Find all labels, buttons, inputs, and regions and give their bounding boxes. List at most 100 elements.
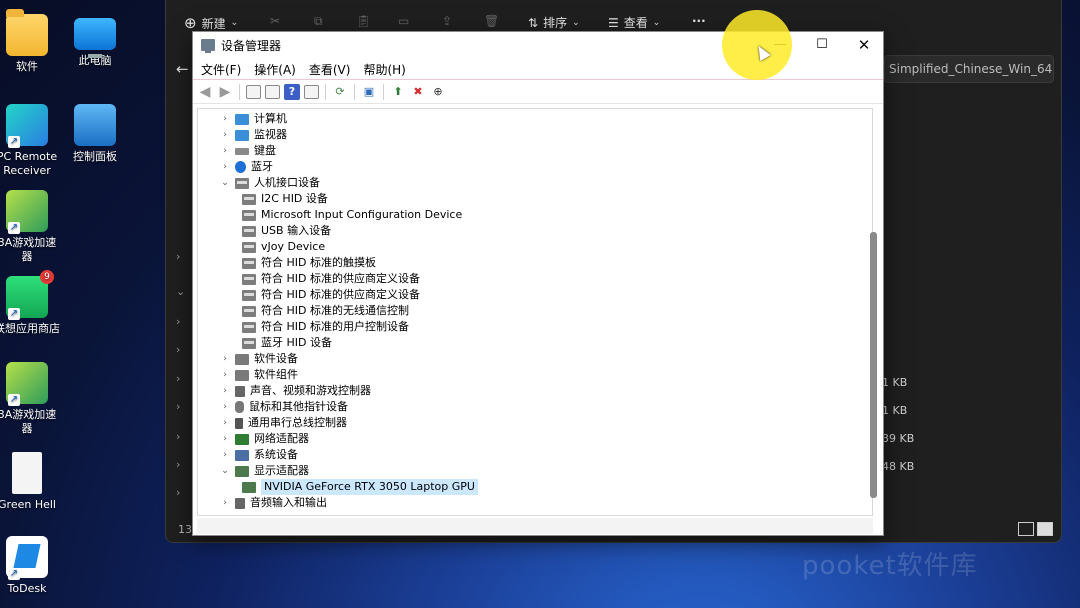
chevron-right-icon[interactable]: ›	[220, 495, 230, 511]
desktop-icon-3a-booster[interactable]: ↗ 3A游戏加速器	[0, 190, 60, 264]
tree-item-label: I2C HID 设备	[261, 192, 328, 205]
cut-icon[interactable]: ✂	[270, 14, 280, 28]
tree-item[interactable]: › 软件组件	[220, 367, 298, 383]
device-manager-window: 设备管理器 — ☐ ✕ 文件(F) 操作(A) 查看(V) 帮助(H) ◀ ▶ …	[192, 31, 884, 536]
copy-icon[interactable]: ⧉	[314, 14, 323, 29]
tree-item[interactable]: USB 输入设备	[237, 223, 331, 239]
chevron-right-icon[interactable]: ›	[176, 458, 180, 471]
menu-help[interactable]: 帮助(H)	[363, 61, 405, 78]
tree-item[interactable]: ⌄ 人机接口设备	[220, 175, 320, 191]
tree-item[interactable]: Microsoft Input Configuration Device	[237, 207, 462, 223]
chevron-down-icon[interactable]: ⌄	[220, 463, 230, 479]
view-toggle	[1018, 522, 1053, 536]
chevron-right-icon[interactable]: ›	[220, 415, 230, 431]
desktop-icon-todesk[interactable]: ↗ ToDesk	[0, 536, 60, 596]
menu-action[interactable]: 操作(A)	[254, 61, 296, 78]
view-icon[interactable]	[304, 84, 319, 99]
tree-item-label: 鼠标和其他指针设备	[249, 400, 348, 413]
desktop-icon-lenovo-store[interactable]: ↗ 9 联想应用商店	[0, 270, 60, 336]
chevron-right-icon[interactable]: ›	[176, 400, 180, 413]
details-view-icon[interactable]	[1018, 522, 1034, 536]
chevron-right-icon[interactable]: ›	[176, 430, 180, 443]
file-size: 39 KB	[882, 432, 915, 445]
back-arrow-icon[interactable]: ←	[176, 60, 189, 78]
chevron-right-icon[interactable]: ›	[220, 143, 230, 159]
scan-hardware-icon[interactable]: ▣	[361, 84, 377, 100]
chevron-right-icon[interactable]: ›	[176, 343, 180, 356]
tree-item[interactable]: › 通用串行总线控制器	[220, 415, 347, 431]
tree-item[interactable]: 符合 HID 标准的无线通信控制	[237, 303, 409, 319]
chevron-right-icon[interactable]: ›	[220, 447, 230, 463]
chevron-right-icon[interactable]: ›	[220, 159, 230, 175]
close-button[interactable]: ✕	[843, 32, 885, 58]
add-driver-icon[interactable]: ⬆	[390, 84, 406, 100]
chevron-down-icon[interactable]: ⌄	[220, 175, 230, 191]
tree-item-label: 符合 HID 标准的供应商定义设备	[261, 272, 420, 285]
update-driver-icon[interactable]: ⟳	[332, 84, 348, 100]
tree-item[interactable]: 蓝牙 HID 设备	[237, 335, 332, 351]
desktop-icon-3a-booster-2[interactable]: ↗ 3A游戏加速器	[0, 362, 60, 436]
maximize-button[interactable]: ☐	[801, 32, 843, 58]
tree-item[interactable]: › 音频输入和输出	[220, 495, 327, 511]
rename-icon[interactable]: ▭	[398, 14, 409, 28]
paste-icon[interactable]: 📋︎	[356, 14, 371, 28]
tree-item[interactable]: 符合 HID 标准的供应商定义设备	[237, 271, 420, 287]
toolbar-divider	[383, 83, 384, 100]
tree-item[interactable]: NVIDIA GeForce RTX 3050 Laptop GPU	[237, 479, 478, 495]
chevron-right-icon[interactable]: ›	[176, 250, 180, 263]
menu-file[interactable]: 文件(F)	[201, 61, 241, 78]
desktop-icon-pc-remote[interactable]: ↗ PC Remote Receiver	[0, 104, 60, 178]
tree-item[interactable]: 符合 HID 标准的触摸板	[237, 255, 376, 271]
chevron-right-icon[interactable]: ›	[220, 367, 230, 383]
disable-device-icon[interactable]: ⊕	[430, 84, 446, 100]
more-options-button[interactable]: ···	[692, 14, 706, 28]
new-button[interactable]: ⊕ 新建 ⌄	[184, 14, 238, 32]
chevron-right-icon[interactable]: ›	[220, 351, 230, 367]
tree-item[interactable]: › 系统设备	[220, 447, 298, 463]
tree-item[interactable]: 符合 HID 标准的用户控制设备	[237, 319, 409, 335]
forward-arrow-icon[interactable]: ▶	[217, 84, 233, 100]
chevron-right-icon[interactable]: ›	[220, 127, 230, 143]
show-hide-tree-icon[interactable]	[246, 84, 261, 99]
chevron-right-icon[interactable]: ›	[220, 111, 230, 127]
chevron-right-icon[interactable]: ›	[220, 383, 230, 399]
chevron-right-icon[interactable]: ›	[176, 315, 180, 328]
tree-item[interactable]: 符合 HID 标准的供应商定义设备	[237, 287, 420, 303]
back-arrow-icon[interactable]: ◀	[197, 84, 213, 100]
share-icon[interactable]: ⇪	[442, 14, 452, 28]
tree-item[interactable]: › 软件设备	[220, 351, 298, 367]
cursor-highlight	[722, 10, 792, 80]
properties-icon[interactable]	[265, 84, 280, 99]
tree-item[interactable]: › 监视器	[220, 127, 287, 143]
tree-item-label: 显示适配器	[254, 464, 309, 477]
sort-button[interactable]: ⇅ 排序 ⌄	[528, 14, 580, 31]
chevron-down-icon[interactable]: ⌄	[176, 285, 185, 298]
help-icon[interactable]: ?	[284, 83, 300, 100]
hid-device-icon	[242, 273, 256, 285]
desktop-icon-this-pc[interactable]: 此电脑	[62, 14, 128, 68]
file-path-cell[interactable]: Simplified_Chinese_Win_64bit_...	[884, 55, 1054, 83]
tree-item[interactable]: vJoy Device	[237, 239, 325, 255]
delete-icon[interactable]: 🗑︎	[484, 14, 499, 28]
scrollbar-thumb[interactable]	[870, 232, 877, 498]
chevron-right-icon[interactable]: ›	[220, 399, 230, 415]
view-button[interactable]: ☰ 查看 ⌄	[608, 14, 660, 31]
desktop-icon-control-panel[interactable]: 控制面板	[62, 104, 128, 164]
tree-item[interactable]: I2C HID 设备	[237, 191, 328, 207]
chevron-right-icon[interactable]: ›	[176, 372, 180, 385]
menu-view[interactable]: 查看(V)	[309, 61, 351, 78]
tree-item[interactable]: › 网络适配器	[220, 431, 309, 447]
tree-item[interactable]: › 计算机	[220, 111, 287, 127]
chevron-right-icon[interactable]: ›	[176, 486, 180, 499]
chevron-right-icon[interactable]: ›	[220, 431, 230, 447]
uninstall-device-icon[interactable]: ✖	[410, 84, 426, 100]
tree-item[interactable]: › 声音、视频和游戏控制器	[220, 383, 371, 399]
tiles-view-icon[interactable]	[1037, 522, 1053, 536]
tree-item[interactable]: ⌄ 显示适配器	[220, 463, 309, 479]
tree-item[interactable]: › 键盘	[220, 143, 276, 159]
hid-device-icon	[242, 289, 256, 301]
desktop-icon-software[interactable]: 软件	[0, 9, 60, 74]
tree-item[interactable]: › 鼠标和其他指针设备	[220, 399, 348, 415]
tree-item[interactable]: › 蓝牙	[220, 159, 273, 175]
desktop-icon-green-hell[interactable]: Green Hell	[0, 452, 60, 512]
